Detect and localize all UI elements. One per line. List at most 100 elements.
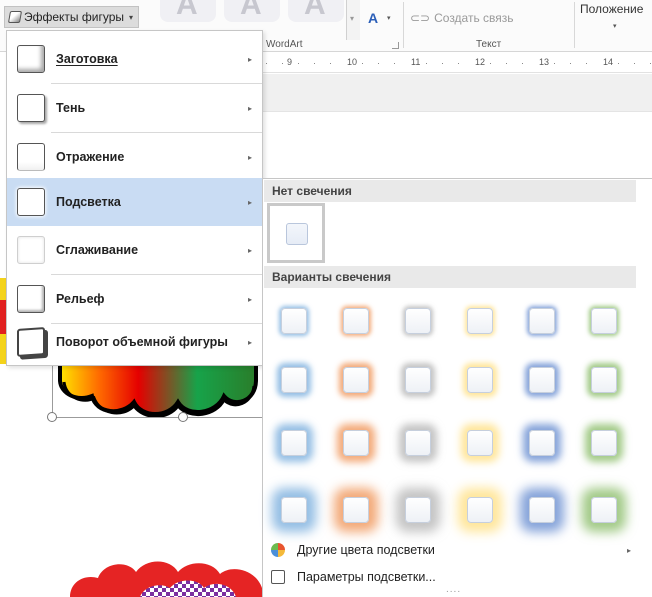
chevron-right-icon: ▸ bbox=[247, 337, 252, 347]
glow-variant[interactable] bbox=[529, 308, 555, 334]
position-button[interactable]: Положение bbox=[580, 2, 643, 16]
glow-variant[interactable] bbox=[405, 497, 431, 523]
soft-edges-icon bbox=[17, 236, 45, 264]
wordart-style-1[interactable]: A bbox=[160, 0, 216, 22]
ruler-number: 11 bbox=[409, 57, 423, 67]
glow-variant[interactable] bbox=[529, 497, 555, 523]
resize-grip-icon[interactable]: .... bbox=[446, 584, 461, 595]
glow-variant[interactable] bbox=[467, 367, 493, 393]
glow-variant[interactable] bbox=[405, 367, 431, 393]
group-separator bbox=[403, 2, 404, 48]
glow-variant[interactable] bbox=[343, 367, 369, 393]
glow-variant[interactable] bbox=[591, 308, 617, 334]
horizontal-ruler: 9 10 11 12 13 14 bbox=[262, 53, 652, 73]
shape-effects-button[interactable]: Эффекты фигуры ▾ bbox=[4, 6, 140, 28]
menu-item-label: Подсветка bbox=[56, 195, 121, 209]
create-link-button[interactable]: ⊂⊃ Создать связь bbox=[410, 11, 514, 25]
ruler-number: 10 bbox=[345, 57, 360, 67]
3d-rotation-icon bbox=[17, 327, 45, 357]
text-fill-button[interactable]: A bbox=[368, 10, 378, 26]
no-glow-option[interactable] bbox=[267, 203, 325, 263]
glow-variants-header: Варианты свечения bbox=[264, 266, 636, 288]
glow-variant[interactable] bbox=[467, 308, 493, 334]
chevron-right-icon: ▸ bbox=[247, 54, 252, 64]
glow-variant[interactable] bbox=[591, 367, 617, 393]
red-cloud-shape[interactable] bbox=[70, 552, 262, 597]
more-glow-colors[interactable]: Другие цвета подсветки ▸ bbox=[271, 543, 641, 557]
shape-fragment-white bbox=[0, 490, 20, 570]
wordart-style-glyph: A bbox=[176, 0, 198, 21]
wordart-style-glyph: A bbox=[240, 0, 262, 21]
glow-options[interactable]: Параметры подсветки... bbox=[271, 570, 436, 584]
wordart-style-glyph: A bbox=[304, 0, 326, 21]
chevron-down-icon[interactable]: ▾ bbox=[613, 22, 617, 30]
menu-item-shadow[interactable]: Тень ▸ bbox=[7, 84, 262, 132]
glow-variant[interactable] bbox=[591, 430, 617, 456]
glow-variant[interactable] bbox=[467, 497, 493, 523]
glow-variant[interactable] bbox=[343, 430, 369, 456]
no-glow-header: Нет свечения bbox=[264, 180, 636, 202]
glow-variant[interactable] bbox=[405, 430, 431, 456]
glow-variant[interactable] bbox=[529, 367, 555, 393]
glow-variant[interactable] bbox=[281, 430, 307, 456]
reflection-icon bbox=[17, 143, 45, 171]
glow-options-icon bbox=[271, 570, 285, 584]
glow-variant[interactable] bbox=[281, 308, 307, 334]
selection-frame bbox=[52, 360, 262, 418]
glow-variant[interactable] bbox=[467, 430, 493, 456]
no-glow-preview bbox=[286, 223, 308, 245]
create-link-label: Создать связь bbox=[434, 11, 514, 25]
ruler-number: 9 bbox=[285, 57, 295, 67]
chevron-right-icon: ▸ bbox=[247, 245, 252, 255]
ruler-number: 14 bbox=[601, 57, 616, 67]
menu-item-label: Отражение bbox=[56, 150, 125, 164]
menu-item-soft-edges[interactable]: Сглаживание ▸ bbox=[7, 226, 262, 274]
wordart-group-label: WordArt bbox=[266, 39, 303, 50]
chevron-right-icon: ▸ bbox=[247, 103, 252, 113]
menu-item-glow[interactable]: Подсветка ▸ bbox=[7, 178, 262, 226]
shape-effects-icon bbox=[7, 11, 23, 23]
ruler-number: 13 bbox=[537, 57, 552, 67]
shape-effects-label: Эффекты фигуры bbox=[24, 10, 125, 24]
resize-handle[interactable] bbox=[178, 412, 188, 422]
chevron-down-icon: ▾ bbox=[129, 12, 134, 22]
bevel-icon bbox=[17, 285, 45, 313]
glow-gallery: Нет свечения Варианты свечения Другие цв… bbox=[262, 178, 652, 597]
glow-options-label: Параметры подсветки... bbox=[297, 570, 436, 584]
menu-item-preset[interactable]: Заготовка ▸ bbox=[7, 35, 262, 83]
ruler-ticks bbox=[262, 59, 652, 67]
menu-item-reflection[interactable]: Отражение ▸ bbox=[7, 133, 262, 181]
menu-item-bevel[interactable]: Рельеф ▸ bbox=[7, 275, 262, 323]
menu-item-label: Рельеф bbox=[56, 292, 105, 306]
group-separator bbox=[574, 2, 575, 48]
glow-variant[interactable] bbox=[529, 430, 555, 456]
glow-variant[interactable] bbox=[281, 367, 307, 393]
preset-icon bbox=[17, 45, 45, 73]
glow-variant[interactable] bbox=[343, 497, 369, 523]
link-icon: ⊂⊃ bbox=[410, 11, 431, 25]
app-window: Эффекты фигуры ▾ A A A ▾ A ▾ ⊂⊃ Создать … bbox=[0, 0, 652, 597]
chevron-right-icon: ▸ bbox=[247, 294, 252, 304]
resize-handle[interactable] bbox=[47, 412, 57, 422]
chevron-right-icon: ▸ bbox=[247, 152, 252, 162]
menu-item-label: Поворот объемной фигуры bbox=[56, 335, 228, 349]
menu-item-3d-rotation[interactable]: Поворот объемной фигуры ▸ bbox=[7, 318, 262, 366]
wordart-style-3[interactable]: A bbox=[288, 0, 344, 22]
document-margin bbox=[262, 74, 652, 112]
menu-item-label: Тень bbox=[56, 101, 86, 115]
chevron-right-icon: ▸ bbox=[247, 197, 252, 207]
wordart-gallery-scroll[interactable]: ▾ bbox=[346, 0, 360, 40]
glow-variant[interactable] bbox=[591, 497, 617, 523]
glow-variant[interactable] bbox=[343, 308, 369, 334]
shape-effects-menu: Заготовка ▸ Тень ▸ Отражение ▸ Подсветка… bbox=[6, 30, 263, 366]
text-fill-caret-icon[interactable]: ▾ bbox=[387, 14, 391, 22]
glow-variant[interactable] bbox=[405, 308, 431, 334]
glow-variant[interactable] bbox=[281, 497, 307, 523]
wordart-style-2[interactable]: A bbox=[224, 0, 280, 22]
shadow-icon bbox=[17, 94, 45, 122]
chevron-right-icon: ▸ bbox=[626, 545, 631, 555]
color-palette-icon bbox=[271, 543, 285, 557]
menu-item-label: Сглаживание bbox=[56, 243, 139, 257]
dialog-launcher-icon[interactable] bbox=[392, 42, 399, 49]
glow-icon bbox=[17, 188, 45, 216]
